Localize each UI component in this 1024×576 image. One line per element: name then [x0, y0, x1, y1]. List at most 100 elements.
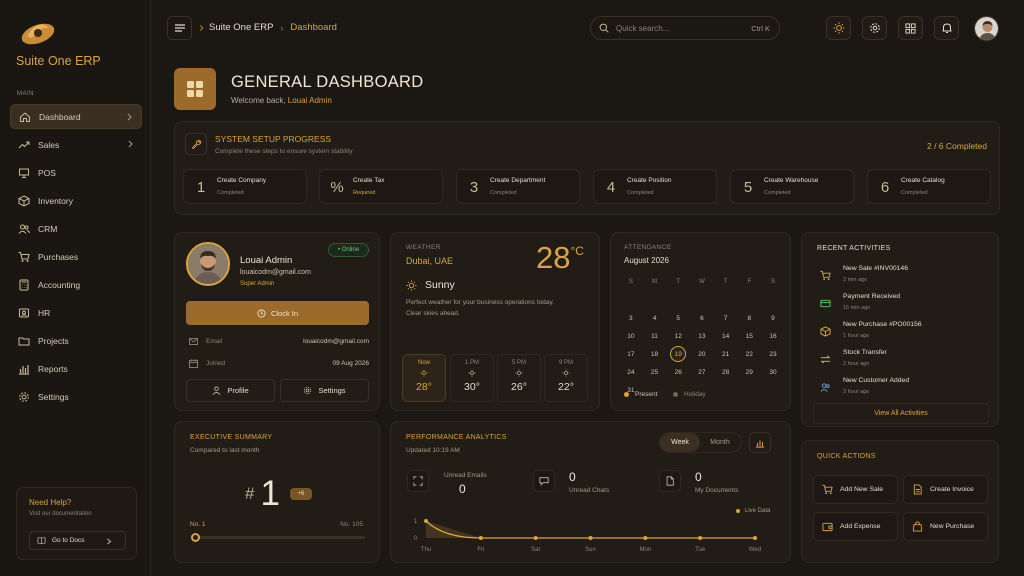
theme-toggle-button[interactable] [826, 16, 851, 40]
calendar-day[interactable]: 27 [690, 369, 714, 376]
welcome-user: Louai Admin [287, 96, 332, 105]
data-point [698, 536, 703, 540]
rank-track [193, 536, 365, 539]
x-tick-label: Thu [421, 547, 431, 553]
profile-role: Super Admin [240, 281, 275, 287]
calendar-day[interactable]: 12 [666, 333, 690, 340]
sidebar-item-dashboard[interactable]: Dashboard [10, 104, 142, 129]
calendar-day[interactable]: 4 [643, 315, 667, 322]
calendar-day[interactable]: 21 [714, 351, 738, 358]
sidebar-item-accounting[interactable]: Accounting [10, 272, 142, 297]
settings-button[interactable] [862, 16, 887, 40]
settings-profile-button[interactable]: Settings [280, 379, 369, 402]
sidebar-item-crm[interactable]: CRM [10, 216, 142, 241]
forecast-hour: 9 PM [558, 360, 573, 366]
setup-step[interactable]: % Create Tax Required [319, 169, 443, 204]
calendar-day[interactable]: 13 [690, 333, 714, 340]
calendar-day[interactable]: 28 [714, 369, 738, 376]
brand[interactable]: Suite One ERP [16, 14, 136, 68]
setup-step[interactable]: 4 Create Position Completed [593, 169, 717, 204]
settings-button-label: Settings [318, 386, 346, 395]
calendar-today[interactable]: 19 [670, 346, 687, 362]
go-to-docs-button[interactable]: Go to Docs [29, 531, 126, 550]
profile-button[interactable]: Profile [186, 379, 275, 402]
tab-month[interactable]: Month [700, 439, 740, 446]
box-icon [817, 323, 833, 339]
calendar-day[interactable]: 19 [666, 346, 690, 362]
book-icon [37, 537, 46, 545]
bag-icon [912, 521, 923, 532]
clock-in-button[interactable]: Clock In [186, 301, 369, 325]
search-placeholder: Quick search... [616, 23, 670, 33]
step-status: Completed [217, 190, 244, 196]
setup-step[interactable]: 1 Create Company Completed [183, 169, 307, 204]
activity-item[interactable]: New Customer Added 3 hour ago [817, 377, 992, 401]
dashboard-header-icon [174, 68, 216, 110]
calendar-day[interactable]: 20 [690, 351, 714, 358]
calendar-day[interactable]: 15 [737, 333, 761, 340]
weather-location: Dubai, UAE [406, 256, 454, 266]
sidebar-item-settings[interactable]: Settings [10, 384, 142, 409]
sun-icon [468, 369, 476, 377]
sidebar-item-pos[interactable]: POS [10, 160, 142, 185]
calendar-day[interactable]: 8 [737, 315, 761, 322]
add-expense-button[interactable]: Add Expense [813, 512, 898, 541]
user-avatar[interactable] [974, 16, 999, 41]
performance-title: PERFORMANCE ANALYTICS [406, 434, 507, 441]
view-all-activities-button[interactable]: View All Activities [813, 403, 989, 424]
activity-item[interactable]: New Sale #INV00146 2 min ago [817, 265, 992, 289]
sidebar-item-inventory[interactable]: Inventory [10, 188, 142, 213]
step-number: 1 [196, 178, 206, 196]
create-invoice-button[interactable]: Create Invoice [903, 475, 988, 504]
cart-icon [18, 251, 30, 262]
search-icon [599, 23, 609, 33]
calendar-day[interactable]: 6 [690, 315, 714, 322]
calendar-day[interactable]: 26 [666, 369, 690, 376]
tab-week[interactable]: Week [660, 433, 700, 452]
calendar-day[interactable]: 16 [761, 333, 785, 340]
search-input[interactable]: Quick search... Ctrl K [590, 16, 780, 40]
setup-step[interactable]: 6 Create Catalog Completed [867, 169, 991, 204]
notifications-button[interactable] [934, 16, 959, 40]
sidebar-item-reports[interactable]: Reports [10, 356, 142, 381]
wrench-icon [191, 139, 201, 149]
gear-icon [304, 386, 312, 395]
calendar-day[interactable]: 18 [643, 351, 667, 358]
setup-step[interactable]: 3 Create Department Completed [456, 169, 580, 204]
legend-present-label: Present [635, 391, 658, 398]
calendar-day[interactable]: 10 [619, 333, 643, 340]
apps-button[interactable] [898, 16, 923, 40]
calendar-day[interactable]: 7 [714, 315, 738, 322]
calendar-day[interactable]: 5 [666, 315, 690, 322]
activity-item[interactable]: Stock Transfer 2 hour ago [817, 349, 992, 373]
sidebar-item-hr[interactable]: HR [10, 300, 142, 325]
breadcrumb-root[interactable]: Suite One ERP [209, 22, 273, 33]
sidebar-item-projects[interactable]: Projects [10, 328, 142, 353]
chart-type-button[interactable] [749, 432, 771, 453]
new-purchase-button[interactable]: New Purchase [903, 512, 988, 541]
calendar-weekday-row: SMTWTFS [619, 273, 785, 291]
forecast-temp: 22° [558, 381, 574, 393]
brand-name: Suite One ERP [16, 54, 101, 68]
calendar-day[interactable]: 30 [761, 369, 785, 376]
calendar-day[interactable]: 24 [619, 369, 643, 376]
calendar-day[interactable]: 23 [761, 351, 785, 358]
setup-step[interactable]: 5 Create Warehouse Completed [730, 169, 854, 204]
calendar-day[interactable]: 9 [761, 315, 785, 322]
activity-item[interactable]: Payment Received 15 min ago [817, 293, 992, 317]
calendar-day[interactable]: 14 [714, 333, 738, 340]
calendar-day[interactable]: 22 [737, 351, 761, 358]
series-line [425, 520, 755, 539]
calendar-day[interactable]: 3 [619, 315, 643, 322]
rank-slider-knob[interactable] [191, 533, 200, 542]
rank-number: 1 [260, 474, 280, 513]
calendar-day[interactable]: 25 [643, 369, 667, 376]
calendar-day[interactable]: 29 [737, 369, 761, 376]
menu-toggle-button[interactable] [167, 16, 192, 40]
add-new-sale-button[interactable]: Add New Sale [813, 475, 898, 504]
sidebar-item-sales[interactable]: Sales [10, 132, 142, 157]
calendar-day[interactable]: 11 [643, 333, 667, 340]
activity-item[interactable]: New Purchase #PO00156 1 hour ago [817, 321, 992, 345]
calendar-day[interactable]: 17 [619, 351, 643, 358]
sidebar-item-purchases[interactable]: Purchases [10, 244, 142, 269]
